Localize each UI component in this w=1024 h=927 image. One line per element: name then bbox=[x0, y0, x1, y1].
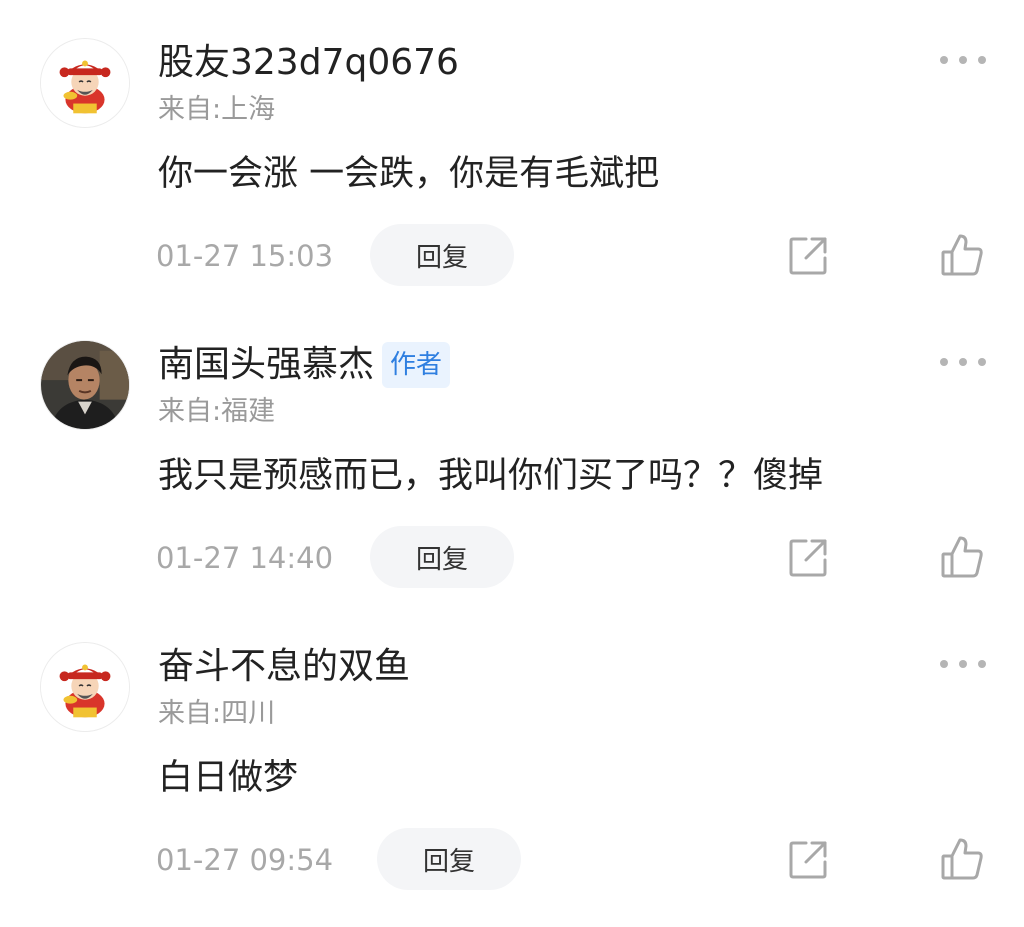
location-label: 来自:四川 bbox=[158, 698, 276, 729]
timestamp: 01-27 15:03 bbox=[156, 239, 334, 273]
thumbs-up-icon bbox=[941, 536, 983, 578]
comment-content: 白日做梦 bbox=[158, 758, 299, 798]
dot-icon bbox=[978, 56, 986, 64]
username-text[interactable]: 南国头强慕杰 bbox=[158, 342, 374, 388]
share-icon bbox=[789, 841, 827, 879]
username[interactable]: 南国头强慕杰 作者 bbox=[158, 342, 451, 388]
author-badge: 作者 bbox=[382, 342, 451, 388]
timestamp: 01-27 09:54 bbox=[156, 843, 334, 877]
dot-icon bbox=[959, 660, 967, 668]
reply-button[interactable]: 回复 bbox=[370, 224, 514, 286]
avatar[interactable] bbox=[40, 642, 130, 732]
comment-content: 我只是预感而已，我叫你们买了吗？？傻掉 bbox=[158, 456, 824, 496]
location-label: 来自:上海 bbox=[158, 94, 276, 125]
man-photo-icon bbox=[41, 341, 129, 429]
username[interactable]: 奋斗不息的双鱼 bbox=[158, 644, 410, 690]
username[interactable]: 股友323d7q0676 bbox=[158, 40, 459, 86]
dot-icon bbox=[940, 358, 948, 366]
fortune-god-icon bbox=[41, 39, 129, 127]
like-button[interactable] bbox=[940, 836, 984, 882]
location-label: 来自:福建 bbox=[158, 396, 276, 427]
share-icon bbox=[789, 539, 827, 577]
comment-item: 股友323d7q0676 来自:上海 你一会涨 一会跌，你是有毛斌把 01-27… bbox=[0, 0, 1024, 300]
avatar[interactable] bbox=[40, 38, 130, 128]
comment-item: 南国头强慕杰 作者 来自:福建 我只是预感而已，我叫你们买了吗？？傻掉 01-2… bbox=[0, 302, 1024, 602]
like-button[interactable] bbox=[940, 232, 984, 278]
thumbs-up-icon bbox=[941, 234, 983, 276]
dot-icon bbox=[978, 660, 986, 668]
like-button[interactable] bbox=[940, 534, 984, 580]
comment-list: 股友323d7q0676 来自:上海 你一会涨 一会跌，你是有毛斌把 01-27… bbox=[0, 0, 1024, 927]
dot-icon bbox=[959, 358, 967, 366]
username-text[interactable]: 股友323d7q0676 bbox=[158, 40, 459, 86]
reply-button[interactable]: 回复 bbox=[377, 828, 521, 890]
dot-icon bbox=[959, 56, 967, 64]
comment-item: 奋斗不息的双鱼 来自:四川 白日做梦 01-27 09:54 回复 bbox=[0, 604, 1024, 904]
share-button[interactable] bbox=[786, 838, 830, 882]
more-options-button[interactable] bbox=[940, 48, 986, 72]
dot-icon bbox=[978, 358, 986, 366]
share-icon bbox=[789, 237, 827, 275]
reply-button[interactable]: 回复 bbox=[370, 526, 514, 588]
more-options-button[interactable] bbox=[940, 652, 986, 676]
timestamp: 01-27 14:40 bbox=[156, 541, 334, 575]
thumbs-up-icon bbox=[941, 838, 983, 880]
avatar[interactable] bbox=[40, 340, 130, 430]
dot-icon bbox=[940, 56, 948, 64]
dot-icon bbox=[940, 660, 948, 668]
more-options-button[interactable] bbox=[940, 350, 986, 374]
share-button[interactable] bbox=[786, 234, 830, 278]
fortune-god-icon bbox=[41, 643, 129, 731]
share-button[interactable] bbox=[786, 536, 830, 580]
username-text[interactable]: 奋斗不息的双鱼 bbox=[158, 644, 410, 690]
comment-content: 你一会涨 一会跌，你是有毛斌把 bbox=[158, 154, 660, 194]
